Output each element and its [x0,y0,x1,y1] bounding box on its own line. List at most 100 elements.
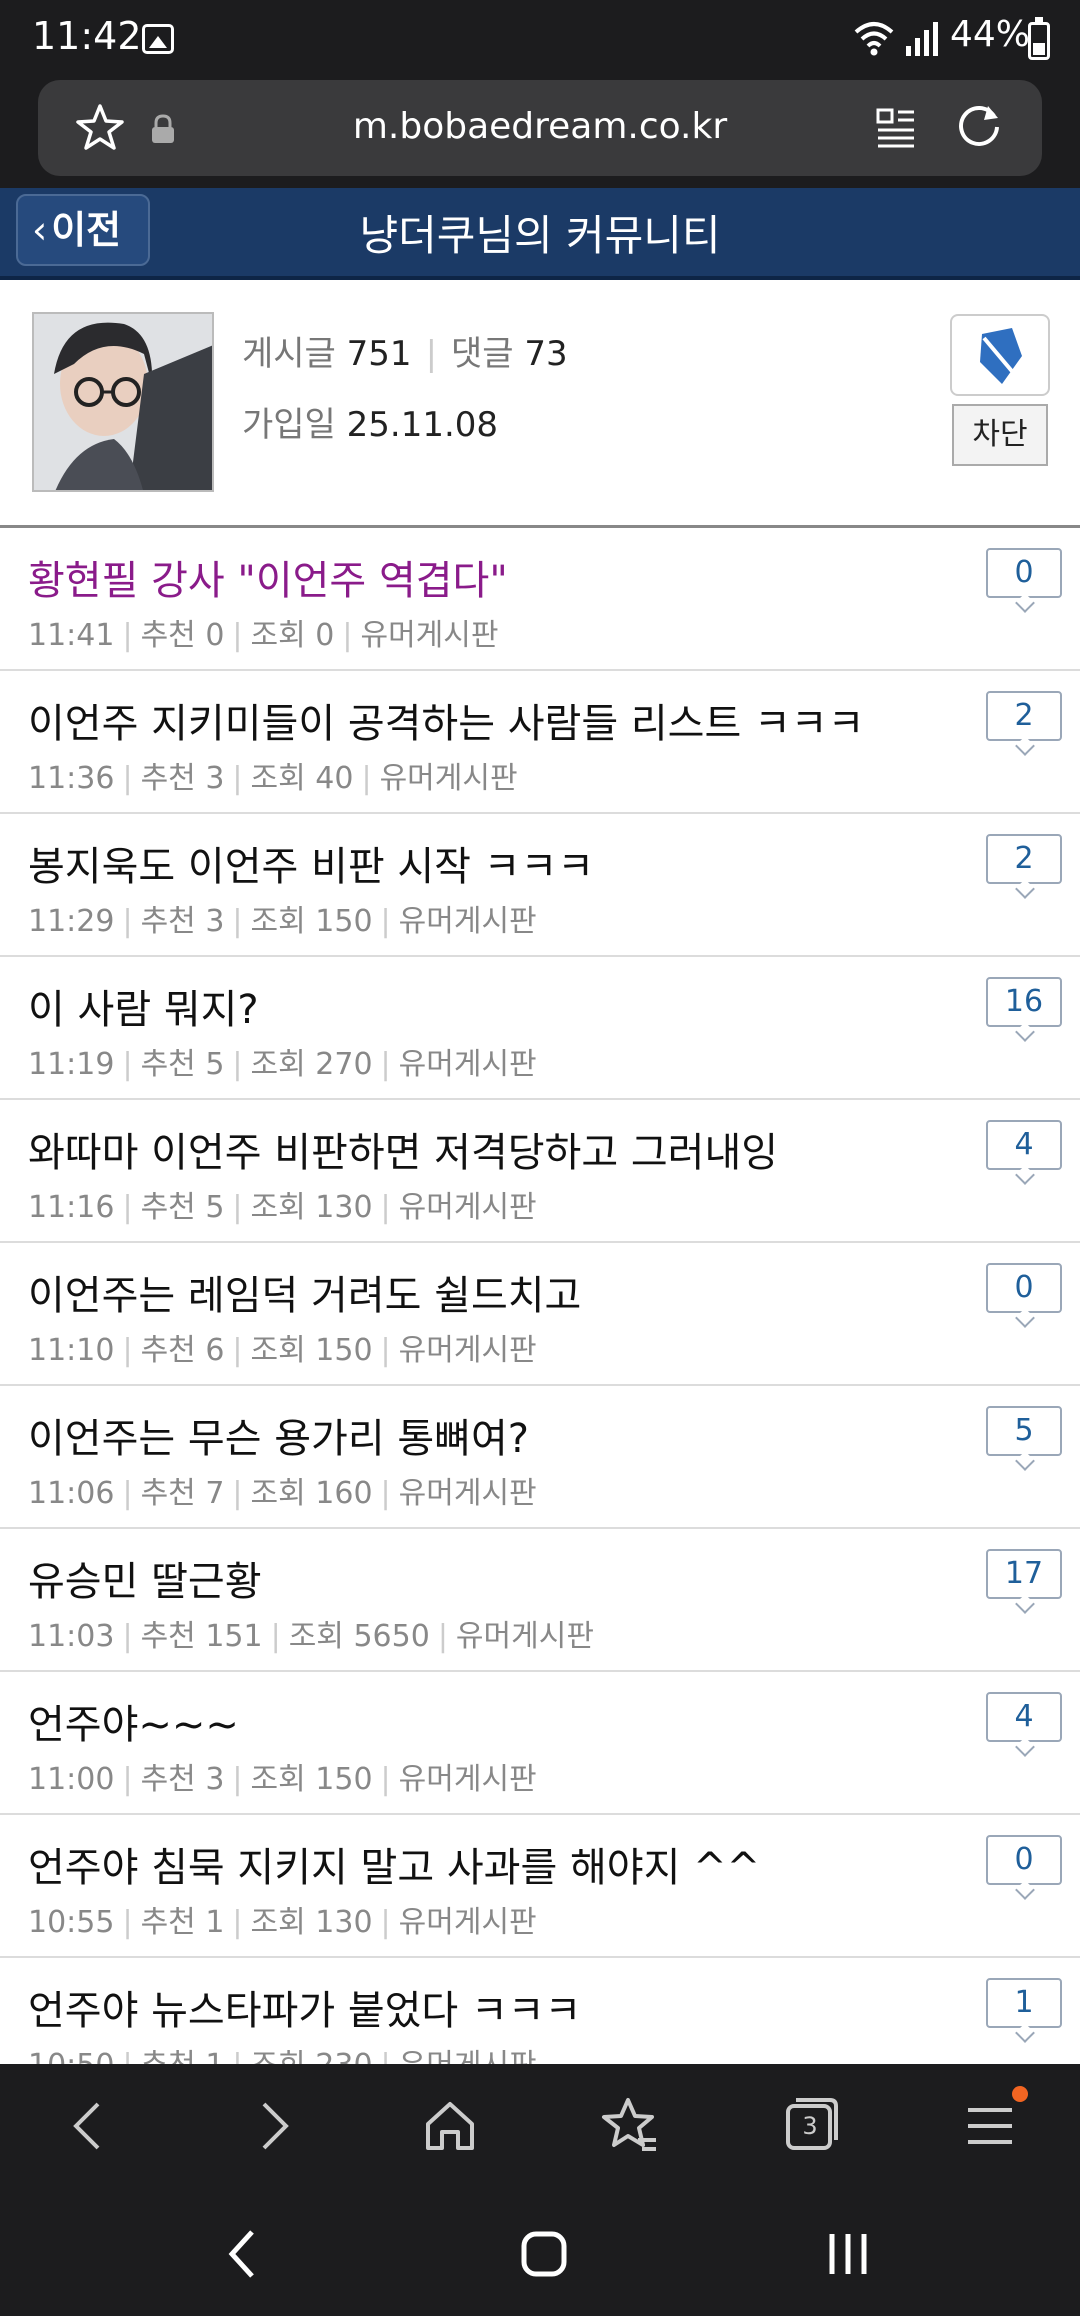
list-item[interactable]: 언주야 침묵 지키지 말고 사과를 해야지 ^^ 10:55 | 추천 1 | 조회 13… [0,1815,1080,1958]
post-time: 11:41 [28,618,115,653]
comment-count-badge[interactable]: 1 [986,1978,1062,2028]
meta-divider: | [232,1905,243,1940]
views-count: 130 [315,1905,373,1940]
post-title[interactable]: 유승민 딸근황 [28,1549,262,1607]
recommend-label: 추천 [140,1047,196,1082]
board-name: 유머게시판 [398,904,537,939]
nav-recents-icon[interactable] [818,2224,878,2284]
post-meta: 10:55 | 추천 1 | 조회 130 | 유머게시판 [28,1897,537,1941]
meta-divider: | [232,1190,243,1225]
recommend-count: 0 [205,618,225,653]
post-time: 10:50 [28,2048,114,2064]
comment-count-badge[interactable]: 2 [986,834,1062,884]
home-icon[interactable] [418,2094,482,2158]
post-title[interactable]: 이언주 지키미들이 공격하는 사람들 리스트 ㅋㅋㅋ [28,691,864,749]
avatar-image [34,314,212,490]
recommend-label: 추천 [140,1905,196,1940]
recommend-count: 3 [205,1762,225,1797]
meta-divider: | [122,618,133,653]
comment-count-badge[interactable]: 2 [986,691,1062,741]
tab-count: 3 [802,2112,818,2140]
list-item[interactable]: 이 사람 뭐지? 11:19 | 추천 5 | 조회 270 | 유머게시판 16 [0,957,1080,1100]
meta-divider: | [122,1476,133,1511]
post-title[interactable]: 이언주는 무슨 용가리 통뼈여? [28,1406,529,1464]
profile-stats: 게시글 751 | 댓글 73 가입일 25.11.08 [242,326,568,446]
meta-divider: | [122,2048,132,2064]
comment-count-badge[interactable]: 5 [986,1406,1062,1456]
views-count: 5650 [353,1619,430,1654]
meta-divider: | [232,904,243,939]
comment-count-badge[interactable]: 17 [986,1549,1062,1599]
list-item[interactable]: 유승민 딸근황 11:03 | 추천 151 | 조회 5650 | 유머게시판 17 [0,1529,1080,1672]
tabs-button[interactable]: 3 [778,2094,842,2158]
post-title[interactable]: 언주야 침묵 지키지 말고 사과를 해야지 ^^ [28,1835,760,1893]
reader-mode-icon[interactable] [876,106,916,150]
list-item[interactable]: 이언주 지키미들이 공격하는 사람들 리스트 ㅋㅋㅋ 11:36 | 추천 3 | 조회 … [0,671,1080,814]
meta-divider: | [380,1190,391,1225]
post-title[interactable]: 언주야~~~ [28,1692,239,1750]
views-count: 40 [315,761,354,796]
comment-count-badge[interactable]: 16 [986,977,1062,1027]
views-count: 0 [315,618,335,653]
comment-count-badge[interactable]: 4 [986,1692,1062,1742]
post-meta: 11:41 | 추천 0 | 조회 0 | 유머게시판 [28,610,498,654]
list-item[interactable]: 봉지욱도 이언주 비판 시작 ㅋㅋㅋ 11:29 | 추천 3 | 조회 150 | 유머게시… [0,814,1080,957]
post-title[interactable]: 봉지욱도 이언주 비판 시작 ㅋㅋㅋ [28,834,594,892]
views-count: 150 [315,904,373,939]
post-title[interactable]: 이언주는 레임덕 거려도 쉴드치고 [28,1263,581,1321]
comment-count-badge[interactable]: 0 [986,1835,1062,1885]
bookmarks-icon[interactable] [598,2094,662,2158]
recommend-count: 7 [205,1476,225,1511]
views-label: 조회 [250,1905,306,1940]
post-time: 11:03 [28,1619,115,1654]
views-label: 조회 [288,1619,344,1654]
comment-count-badge[interactable]: 0 [986,548,1062,598]
meta-divider: | [122,904,133,939]
meta-divider: | [122,1619,133,1654]
shield-badge-icon [980,328,1022,384]
forward-arrow-icon[interactable] [240,2094,304,2158]
post-title[interactable]: 이 사람 뭐지? [28,977,259,1035]
block-button[interactable]: 차단 [952,404,1048,466]
list-item[interactable]: 이언주는 무슨 용가리 통뼈여? 11:06 | 추천 7 | 조회 160 | 유머게시판 5 [0,1386,1080,1529]
notification-dot [1012,2086,1028,2102]
board-name: 유머게시판 [379,761,518,796]
post-meta: 11:03 | 추천 151 | 조회 5650 | 유머게시판 [28,1611,594,1655]
wifi-icon [854,22,894,56]
board-name: 유머게시판 [398,1190,537,1225]
comment-count-badge[interactable]: 0 [986,1263,1062,1313]
meta-divider: | [122,1047,133,1082]
board-name: 유머게시판 [398,1047,537,1082]
views-label: 조회 [250,904,306,939]
post-title[interactable]: 언주야 뉴스타파가 붙었다 ㅋㅋㅋ [28,1978,581,2036]
recommend-count: 1 [205,1905,225,1940]
meta-divider: | [122,1190,133,1225]
post-title[interactable]: 와따마 이언주 비판하면 저격당하고 그러내잉 [28,1120,778,1178]
board-name: 유머게시판 [399,2048,537,2064]
board-name: 유머게시판 [455,1619,594,1654]
address-bar[interactable]: m.bobaedream.co.kr [38,80,1042,176]
reload-icon[interactable] [954,102,1004,152]
list-item[interactable]: 와따마 이언주 비판하면 저격당하고 그러내잉 11:16 | 추천 5 | 조회 130… [0,1100,1080,1243]
list-item[interactable]: 언주야~~~ 11:00 | 추천 3 | 조회 150 | 유머게시판 4 [0,1672,1080,1815]
nav-home-icon[interactable] [514,2224,574,2284]
nav-back-icon[interactable] [214,2224,274,2284]
post-time: 11:10 [28,1333,115,1368]
list-item[interactable]: 언주야 뉴스타파가 붙었다 ㅋㅋㅋ 10:50 | 추천 1 | 조회 230 | 유머게시판… [0,1958,1080,2064]
posts-count: 751 [346,334,412,374]
recommend-label: 추천 [140,618,196,653]
menu-icon[interactable] [958,2094,1022,2158]
post-time: 10:55 [28,1905,115,1940]
back-arrow-icon[interactable] [58,2094,122,2158]
post-title[interactable]: 황현필 강사 "이언주 역겹다" [28,548,508,606]
meta-divider: | [342,618,353,653]
recommend-count: 5 [205,1190,225,1225]
list-item[interactable]: 이언주는 레임덕 거려도 쉴드치고 11:10 | 추천 6 | 조회 150 | 유머게시판… [0,1243,1080,1386]
views-count: 270 [315,1047,373,1082]
recommend-label: 추천 [140,1190,196,1225]
comment-count-badge[interactable]: 4 [986,1120,1062,1170]
system-nav-bar [0,2188,1080,2316]
list-item[interactable]: 황현필 강사 "이언주 역겹다" 11:41 | 추천 0 | 조회 0 | 유머게시판 0 [0,528,1080,671]
meta-divider: | [232,1476,243,1511]
post-time: 11:06 [28,1476,115,1511]
